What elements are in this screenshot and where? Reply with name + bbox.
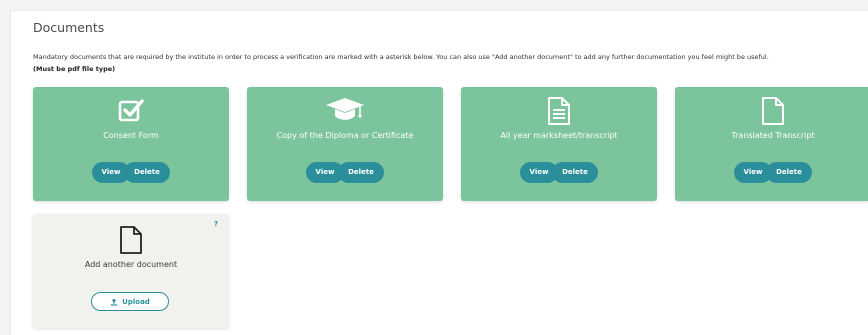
document-card-translated-transcript: Translated Transcript View Delete xyxy=(675,87,868,201)
file-icon xyxy=(33,225,229,255)
delete-button[interactable]: Delete xyxy=(552,162,598,183)
add-document-card: ? Add another document Upload xyxy=(33,214,229,328)
upload-label: Upload xyxy=(122,297,150,306)
document-card-marksheet: All year marksheet/transcript View Delet… xyxy=(461,87,657,201)
section-title: Documents xyxy=(33,20,105,35)
view-button[interactable]: View xyxy=(306,162,344,183)
check-square-icon xyxy=(33,96,229,124)
section-description: Mandatory documents that are required by… xyxy=(33,53,769,61)
document-card-diploma: Copy of the Diploma or Certificate View … xyxy=(247,87,443,201)
view-button[interactable]: View xyxy=(92,162,130,183)
file-text-icon xyxy=(461,96,657,125)
card-label: Translated Transcript xyxy=(731,131,815,140)
delete-button[interactable]: Delete xyxy=(124,162,170,183)
add-document-label: Add another document xyxy=(84,260,178,269)
file-icon xyxy=(675,96,868,125)
upload-icon xyxy=(110,298,118,306)
view-button[interactable]: View xyxy=(734,162,772,183)
documents-panel: Documents Mandatory documents that are r… xyxy=(10,10,868,335)
graduation-cap-icon xyxy=(247,96,443,124)
file-type-note: (Must be pdf file type) xyxy=(33,65,116,73)
card-label: Copy of the Diploma or Certificate xyxy=(276,131,414,140)
view-button[interactable]: View xyxy=(520,162,558,183)
upload-button[interactable]: Upload xyxy=(91,292,169,311)
delete-button[interactable]: Delete xyxy=(766,162,812,183)
delete-button[interactable]: Delete xyxy=(338,162,384,183)
document-card-consent-form: Consent Form View Delete xyxy=(33,87,229,201)
card-label: Consent Form xyxy=(103,131,159,140)
card-label: All year marksheet/transcript xyxy=(500,131,618,140)
